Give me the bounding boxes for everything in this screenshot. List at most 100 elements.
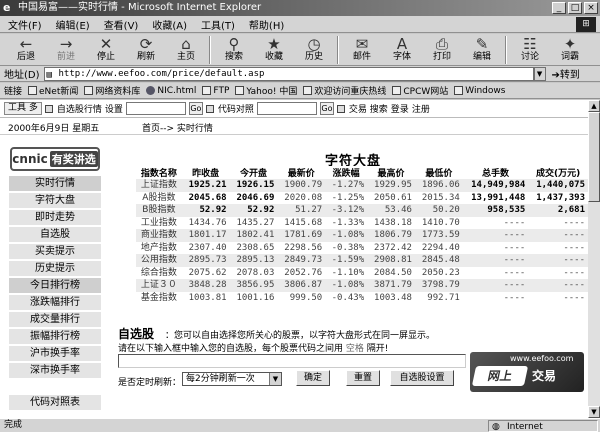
menu-file[interactable]: 文件(F) [8, 17, 42, 32]
font-button[interactable]: A 字体 [382, 34, 422, 66]
link-ftp[interactable]: FTP [202, 86, 229, 96]
menu-help[interactable]: 帮助(H) [249, 17, 284, 32]
index-name[interactable]: 地产指数 [136, 241, 182, 254]
menu-edit[interactable]: 编辑(E) [56, 17, 90, 32]
table-cell: 1434.76 [181, 216, 230, 229]
minimize-button[interactable]: _ [552, 2, 566, 14]
breadcrumb[interactable]: 首页--> 实时行情 [142, 121, 213, 134]
address-label: 地址(D) [4, 70, 40, 81]
table-row: 公用指数 2895.73 2895.13 2849.73 -1.59% 2908.81 28… [136, 254, 588, 267]
site-code-input[interactable] [256, 102, 317, 115]
watchlist-description: ：您可以自由选择您所关心的股票，以字符大盘形式在同一屏显示。 [165, 331, 436, 341]
table-cell: ---- [528, 241, 588, 254]
mail-button[interactable]: ✉ 邮件 [342, 34, 382, 66]
discuss-button[interactable]: ☷ 讨论 [510, 34, 550, 66]
reset-button[interactable]: 重置 [346, 370, 380, 386]
site-tools-button[interactable]: 工具 多 [4, 102, 42, 115]
index-name[interactable]: B股指数 [136, 204, 182, 217]
table-cell: 2050.23 [414, 266, 463, 279]
edit-icon: ✎ [475, 35, 489, 53]
index-name[interactable]: 上证指数 [136, 179, 182, 192]
index-name[interactable]: 商业指数 [136, 229, 182, 242]
watchlist-codes-input[interactable] [118, 354, 466, 368]
menu-favorites[interactable]: 收藏(A) [152, 17, 187, 32]
site-trade-search-link[interactable]: 交易 搜索 [349, 102, 388, 115]
table-cell: -1.10% [325, 266, 368, 279]
table-cell: ---- [528, 229, 588, 242]
print-button[interactable]: ⎙ 打印 [422, 34, 462, 66]
nav-intraday-trend[interactable]: 即时走势 [9, 210, 101, 226]
nav-history-tips[interactable]: 历史提示 [9, 261, 101, 277]
nav-realtime-quotes[interactable]: 实时行情 [9, 176, 101, 192]
refresh-button[interactable]: ⟳ 刷新 [126, 34, 166, 66]
maximize-button[interactable]: □ [568, 2, 582, 14]
address-input[interactable]: ▤ http://www.eefoo.com/price/default.asp [43, 66, 534, 81]
home-button[interactable]: ⌂ 主页 [166, 34, 206, 66]
vertical-scrollbar[interactable]: ▲ ▼ [588, 100, 600, 418]
table-cell: 50.20 [414, 204, 463, 217]
site-code-lookup-link[interactable]: 代码对照 [218, 102, 254, 115]
nav-change-ranking[interactable]: 涨跌幅排行 [9, 295, 101, 311]
close-button[interactable]: × [584, 2, 598, 14]
history-button[interactable]: ◷ 历史 [294, 34, 334, 66]
link-library[interactable]: 网络资料库 [84, 84, 140, 97]
site-login-link[interactable]: 登录 [391, 102, 409, 115]
table-cell: 1410.70 [414, 216, 463, 229]
back-button[interactable]: ← 后退 [6, 34, 46, 66]
history-icon: ◷ [307, 35, 321, 53]
index-name[interactable]: 上证３０ [136, 279, 182, 292]
table-cell: 1801.17 [181, 229, 230, 242]
link-page-icon [28, 86, 38, 95]
go-button[interactable]: ➔转到 [552, 66, 580, 81]
online-trading-banner[interactable]: www.eefoo.com 网上 交易 [470, 352, 584, 392]
edit-button[interactable]: ✎ 编辑 [462, 34, 502, 66]
menu-view[interactable]: 查看(V) [104, 17, 139, 32]
nav-sh-turnover[interactable]: 沪市换手率 [9, 346, 101, 362]
confirm-button[interactable]: 确定 [296, 370, 330, 386]
site-search-input[interactable] [125, 102, 186, 115]
table-cell: 1003.81 [181, 291, 230, 304]
address-dropdown-button[interactable]: ▼ [533, 66, 546, 81]
link-windows[interactable]: Windows [454, 86, 505, 96]
site-go-button-2[interactable]: Go [319, 102, 334, 115]
link-enet[interactable]: eNet新闻 [28, 84, 78, 97]
index-name[interactable]: 综合指数 [136, 266, 182, 279]
link-cpcw[interactable]: CPCW网站 [392, 84, 448, 97]
link-yahoo[interactable]: Yahoo! 中国 [235, 84, 297, 97]
browser-toolbar: ← 后退 → 前进 ✕ 停止 ⟳ 刷新 ⌂ 主页 ⚲ 搜索 ★ 收藏 ◷ 历史 ✉ 邮件 A 字体 … [0, 34, 600, 66]
site-register-link[interactable]: 注册 [412, 102, 430, 115]
nav-amplitude-ranking[interactable]: 振幅排行榜 [9, 329, 101, 345]
nav-trade-tips[interactable]: 买卖提示 [9, 244, 101, 260]
table-cell: ---- [462, 241, 529, 254]
stop-button[interactable]: ✕ 停止 [86, 34, 126, 66]
refresh-interval-select[interactable]: 每2分钟刷新一次 ▼ [182, 372, 282, 386]
cnnic-logo[interactable]: cnnic 有奖讲选 [10, 147, 100, 171]
nav-code-table[interactable]: 代码对照表 [9, 395, 101, 411]
nav-character-board[interactable]: 字符大盘 [9, 193, 101, 209]
nav-watchlist[interactable]: 自选股 [9, 227, 101, 243]
scroll-up-button[interactable]: ▲ [588, 100, 600, 112]
table-cell: 992.71 [414, 291, 463, 304]
index-name[interactable]: 基金指数 [136, 291, 182, 304]
forward-button[interactable]: → 前进 [46, 34, 86, 66]
discuss-icon: ☷ [523, 35, 537, 53]
scroll-thumb[interactable] [588, 112, 600, 202]
watchlist-settings-button[interactable]: 自选股设置 [390, 370, 454, 386]
index-name[interactable]: A股指数 [136, 191, 182, 204]
menu-tools[interactable]: 工具(T) [201, 17, 235, 32]
link-nic[interactable]: NIC.html [146, 86, 196, 96]
index-name[interactable]: 工业指数 [136, 216, 182, 229]
table-cell: 2046.69 [229, 191, 278, 204]
nav-sz-turnover[interactable]: 深市换手率 [9, 363, 101, 379]
search-button[interactable]: ⚲ 搜索 [214, 34, 254, 66]
nav-today-rankings[interactable]: 今日排行榜 [9, 278, 101, 294]
dictionary-button[interactable]: ✦ 词霸 [550, 34, 590, 66]
nav-volume-ranking[interactable]: 成交量排行 [9, 312, 101, 328]
site-settings-link[interactable]: 设置 [105, 102, 123, 115]
site-go-button[interactable]: Go [188, 102, 203, 115]
site-watchlist-link[interactable]: 自选股行情 [57, 102, 102, 115]
favorites-button[interactable]: ★ 收藏 [254, 34, 294, 66]
scroll-down-button[interactable]: ▼ [588, 406, 600, 418]
link-cq[interactable]: 欢迎访问重庆热线 [303, 84, 386, 97]
index-name[interactable]: 公用指数 [136, 254, 182, 267]
